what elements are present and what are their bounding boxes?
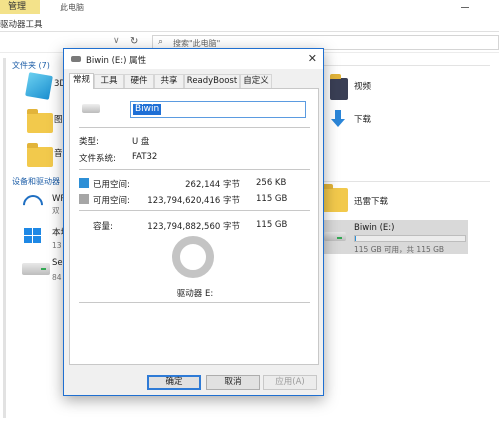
- filesystem-value: FAT32: [132, 152, 158, 162]
- videos-folder-icon: [330, 74, 348, 100]
- drive-usage-bar: [354, 235, 466, 242]
- usb-drive-icon: [82, 104, 100, 113]
- capacity-size: 115 GB: [256, 220, 288, 230]
- nav-scrollbar[interactable]: [3, 58, 6, 418]
- device-tile-xunlei[interactable]: 迅雷下载: [322, 184, 462, 218]
- tab-sharing[interactable]: 共享: [154, 74, 184, 88]
- pictures-folder-icon: [27, 109, 53, 133]
- window-title: 此电脑: [60, 3, 84, 12]
- folder-tile-pictures[interactable]: 图片: [27, 109, 71, 143]
- network-drive-icon: [18, 190, 48, 220]
- ok-button[interactable]: 确定: [147, 375, 201, 390]
- chevron-down-icon[interactable]: ∨: [113, 36, 120, 46]
- usage-donut-chart: [172, 236, 214, 278]
- used-space-size: 256 KB: [256, 178, 287, 188]
- device-tile-biwin[interactable]: Biwin (E:) 115 GB 可用，共 115 GB: [320, 220, 468, 254]
- general-tab-panel: Biwin 类型: U 盘 文件系统: FAT32 已用空间: 262,144 …: [69, 88, 319, 365]
- tab-tools[interactable]: 工具: [94, 74, 124, 88]
- cancel-button[interactable]: 取消: [206, 375, 260, 390]
- divider: [79, 127, 310, 128]
- devices-group-header[interactable]: 设备和驱动器: [12, 176, 60, 187]
- refresh-icon[interactable]: ↻: [130, 36, 138, 47]
- usb-drive-icon: [324, 232, 346, 241]
- device-tile-wp[interactable]: WP 双: [18, 190, 67, 220]
- used-space-swatch: [79, 178, 89, 188]
- folders-group-header[interactable]: 文件夹 (7): [12, 60, 50, 71]
- external-drive-icon: [22, 263, 50, 275]
- ribbon-top: 管理 此电脑: [0, 0, 499, 16]
- 3d-objects-icon: [25, 72, 53, 100]
- tab-customize[interactable]: 自定义: [240, 74, 272, 88]
- drive-usage-fill: [355, 236, 357, 241]
- drive-name-value: Biwin: [133, 104, 162, 115]
- windows-drive-icon: [22, 226, 46, 248]
- folder-tile-3d[interactable]: 3D: [25, 72, 67, 104]
- minimize-icon[interactable]: [461, 7, 469, 8]
- drive-name-input[interactable]: Biwin: [130, 101, 306, 118]
- capacity-label: 容量:: [93, 222, 113, 232]
- type-label: 类型:: [79, 137, 99, 147]
- capacity-bytes: 123,794,882,560 字节: [147, 222, 240, 232]
- free-space-size: 115 GB: [256, 194, 288, 204]
- free-space-bytes: 123,794,620,416 字节: [147, 196, 240, 206]
- device-tile-local-disk[interactable]: 本地 13: [22, 226, 69, 252]
- downloads-folder-icon: [330, 110, 348, 130]
- dialog-title-bar[interactable]: Biwin (E:) 属性 ✕: [64, 49, 323, 69]
- ribbon-sub: 驱动器工具: [0, 16, 499, 32]
- filesystem-label: 文件系统:: [79, 154, 116, 164]
- folder-tile-music[interactable]: 音乐: [27, 143, 71, 177]
- used-space-bytes: 262,144 字节: [185, 180, 240, 190]
- folder-tile-videos[interactable]: 视频: [330, 74, 410, 104]
- xunlei-folder-icon: [322, 184, 348, 212]
- free-space-swatch: [79, 194, 89, 204]
- music-folder-icon: [27, 143, 53, 167]
- divider: [79, 169, 310, 170]
- tab-hardware[interactable]: 硬件: [124, 74, 154, 88]
- apply-button[interactable]: 应用(A): [263, 375, 317, 390]
- dialog-title: Biwin (E:) 属性: [86, 56, 147, 66]
- tab-manage[interactable]: 管理: [0, 0, 40, 14]
- tab-general[interactable]: 常规: [69, 73, 94, 89]
- type-value: U 盘: [132, 137, 150, 147]
- folder-tile-downloads[interactable]: 下载: [330, 110, 410, 136]
- close-icon[interactable]: ✕: [308, 52, 317, 65]
- device-tile-seagate[interactable]: Sea 84: [22, 258, 68, 284]
- tab-readyboost[interactable]: ReadyBoost: [184, 74, 240, 88]
- search-icon: ⌕: [158, 37, 164, 47]
- dialog-tabs: 常规 工具 硬件 共享 ReadyBoost 自定义: [69, 73, 319, 89]
- drive-properties-dialog: Biwin (E:) 属性 ✕ 常规 工具 硬件 共享 ReadyBoost 自…: [63, 48, 324, 396]
- usb-drive-icon: [71, 56, 81, 62]
- divider: [79, 302, 310, 303]
- tab-drive-tools[interactable]: 驱动器工具: [0, 18, 43, 30]
- divider: [79, 210, 310, 211]
- drive-caption: 驱动器 E:: [176, 289, 214, 299]
